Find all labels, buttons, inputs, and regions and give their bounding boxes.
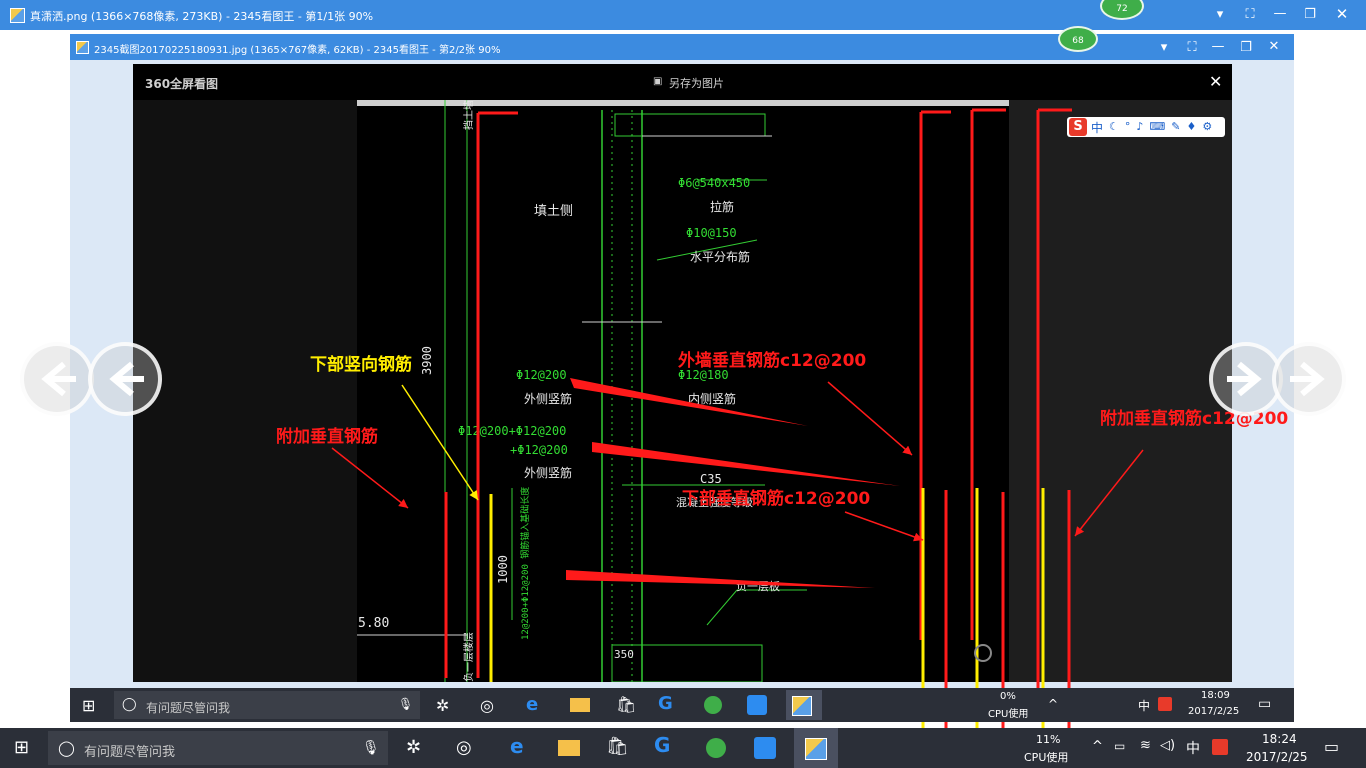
blue-app-icon[interactable] (754, 737, 776, 759)
annotation-lower-vertical-right: 下部垂直钢筋c12@200 (682, 489, 871, 509)
arrow-wedge (592, 442, 900, 486)
cpu-label: CPU使用 (1024, 751, 1069, 764)
mic-icon[interactable]: 🎙 (398, 697, 413, 711)
store-icon[interactable]: 🛍 (606, 736, 629, 757)
annotation-overlay (331, 108, 1144, 732)
cortana-icon: ◯ (122, 697, 137, 712)
edge-icon[interactable]: e (526, 694, 538, 715)
clock-time[interactable]: 18:09 (1201, 690, 1230, 701)
sogou-icon[interactable] (1212, 739, 1228, 755)
fan-app-icon[interactable]: ✲ (436, 696, 449, 715)
search-placeholder: 有问题尽管问我 (146, 701, 231, 715)
prev-arrow-icon[interactable] (20, 342, 94, 416)
arrow-red (1074, 449, 1144, 537)
notification-icon[interactable]: ▭ (1258, 696, 1271, 712)
clock-date[interactable]: 2017/2/25 (1246, 750, 1308, 764)
browser-app-icon[interactable]: ◎ (480, 696, 494, 715)
wifi-icon[interactable]: ≋ (1140, 738, 1151, 753)
tray-chevron-icon[interactable]: ^ (1048, 697, 1058, 711)
mic-icon[interactable]: 🎙 (362, 740, 380, 756)
browser-app-icon[interactable]: ◎ (456, 737, 472, 758)
sogou-icon[interactable] (1158, 697, 1172, 711)
clock-date[interactable]: 2017/2/25 (1188, 706, 1239, 717)
ime-indicator[interactable]: 中 (1138, 697, 1150, 714)
arrow-wedge (570, 378, 808, 426)
search-bar[interactable]: ◯ 有问题尽管问我 🎙 (114, 691, 420, 719)
arrow-red (331, 447, 409, 509)
notification-icon[interactable]: ▭ (1324, 737, 1339, 756)
arrow-yellow (401, 384, 479, 501)
image-viewer-icon[interactable] (792, 696, 812, 716)
folder-icon[interactable] (570, 698, 590, 712)
annotation-outer-wall-vertical: 外墙垂直钢筋c12@200 (678, 351, 867, 371)
battery-icon[interactable]: ▭ (1114, 739, 1125, 753)
windows-start-icon[interactable]: ⊞ (14, 737, 29, 758)
clock-time[interactable]: 18:24 (1262, 732, 1297, 746)
store-icon[interactable]: 🛍 (616, 695, 636, 714)
cpu-label: CPU使用 (988, 709, 1029, 720)
annotation-extra-vertical-left: 附加垂直钢筋 (276, 427, 378, 447)
folder-icon[interactable] (558, 740, 580, 756)
arrow-wedge (566, 570, 875, 588)
inner-taskbar: ⊞ ◯ 有问题尽管问我 🎙 ✲ ◎ e 🛍 G 0% CPU使用 ^ 中 18:… (70, 688, 1294, 722)
search-bar[interactable]: ◯ 有问题尽管问我 🎙 (48, 731, 388, 765)
prev-arrow-icon[interactable] (88, 342, 162, 416)
tray-chevron-icon[interactable]: ^ (1092, 739, 1103, 754)
next-arrow-icon[interactable] (1272, 342, 1346, 416)
edge-icon[interactable]: e (510, 734, 524, 758)
browser-2345-icon[interactable]: G (658, 693, 673, 714)
taskbar: ⊞ ◯ 有问题尽管问我 🎙 ✲ ◎ e 🛍 G 11% CPU使用 ^ ▭ ≋ … (0, 728, 1366, 768)
cortana-icon: ◯ (58, 739, 75, 757)
image-viewer-icon[interactable] (805, 738, 827, 760)
annotation-lower-vertical: 下部竖向钢筋 (310, 355, 412, 375)
blue-app-icon[interactable] (747, 695, 767, 715)
cpu-percent: 11% (1036, 733, 1061, 746)
ime-indicator[interactable]: 中 (1186, 738, 1200, 758)
arrow-red (827, 381, 913, 456)
arrow-red (844, 511, 924, 542)
search-placeholder: 有问题尽管问我 (84, 745, 176, 760)
windows-start-icon[interactable]: ⊞ (82, 696, 95, 715)
browser-2345-icon[interactable]: G (654, 733, 670, 757)
green-app-icon[interactable] (706, 738, 726, 758)
green-app-icon[interactable] (704, 696, 722, 714)
fan-app-icon[interactable]: ✲ (406, 737, 421, 758)
volume-icon[interactable]: ◁) (1160, 738, 1175, 753)
cpu-percent: 0% (1000, 691, 1016, 702)
